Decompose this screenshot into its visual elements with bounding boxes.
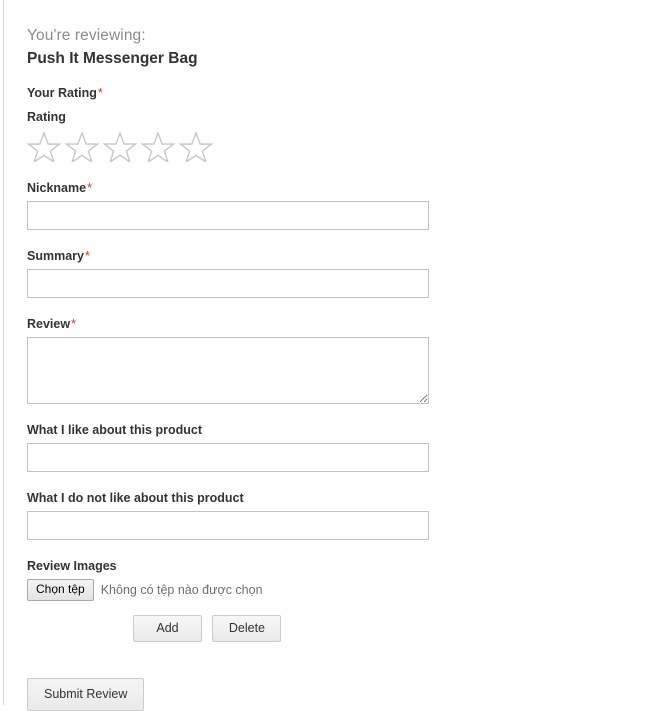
delete-image-button[interactable]: Delete bbox=[212, 615, 281, 642]
dislike-label: What I do not like about this product bbox=[27, 491, 617, 505]
summary-label-text: Summary bbox=[27, 249, 84, 263]
review-images-actions: Add Delete bbox=[133, 615, 617, 642]
nickname-field: Nickname* bbox=[27, 181, 617, 230]
review-images-label: Review Images bbox=[27, 559, 617, 573]
required-asterisk: * bbox=[71, 317, 76, 331]
nickname-label-text: Nickname bbox=[27, 181, 86, 195]
required-asterisk: * bbox=[85, 249, 90, 263]
rating-sublabel: Rating bbox=[27, 110, 617, 124]
reviewing-lead-text: You're reviewing: bbox=[27, 26, 617, 47]
star-outline-icon[interactable] bbox=[139, 128, 177, 162]
your-rating-label: Your Rating* bbox=[27, 86, 617, 100]
like-field: What I like about this product bbox=[27, 423, 617, 472]
star-outline-icon[interactable] bbox=[25, 128, 63, 162]
star-outline-icon[interactable] bbox=[101, 128, 139, 162]
page-left-border bbox=[3, 0, 4, 705]
dislike-input[interactable] bbox=[27, 511, 429, 540]
your-rating-label-text: Your Rating bbox=[27, 86, 97, 100]
rating-field: Your Rating* Rating bbox=[27, 86, 617, 162]
add-image-button[interactable]: Add bbox=[133, 615, 202, 642]
like-input[interactable] bbox=[27, 443, 429, 472]
summary-field: Summary* bbox=[27, 249, 617, 298]
review-label-text: Review bbox=[27, 317, 70, 331]
star-outline-icon[interactable] bbox=[177, 128, 215, 162]
choose-file-button[interactable]: Chọn tệp bbox=[27, 579, 94, 601]
required-asterisk: * bbox=[98, 86, 103, 100]
review-field: Review* bbox=[27, 317, 617, 404]
submit-review-button[interactable]: Submit Review bbox=[27, 678, 144, 711]
review-textarea[interactable] bbox=[27, 337, 429, 404]
review-images-field: Review Images Chọn tệp Không có tệp nào … bbox=[27, 559, 617, 642]
nickname-label: Nickname* bbox=[27, 181, 617, 195]
star-outline-icon[interactable] bbox=[63, 128, 101, 162]
file-status-text: Không có tệp nào được chọn bbox=[101, 583, 263, 597]
required-asterisk: * bbox=[87, 181, 92, 195]
dislike-field: What I do not like about this product bbox=[27, 491, 617, 540]
submit-row: Submit Review bbox=[27, 678, 617, 711]
review-form-legend: You're reviewing: Push It Messenger Bag bbox=[27, 26, 617, 70]
nickname-input[interactable] bbox=[27, 201, 429, 230]
summary-input[interactable] bbox=[27, 269, 429, 298]
product-name: Push It Messenger Bag bbox=[27, 49, 617, 70]
review-label: Review* bbox=[27, 317, 617, 331]
product-review-form: You're reviewing: Push It Messenger Bag … bbox=[27, 0, 617, 711]
rating-stars[interactable] bbox=[25, 128, 617, 162]
like-label: What I like about this product bbox=[27, 423, 617, 437]
file-input-row[interactable]: Chọn tệp Không có tệp nào được chọn bbox=[27, 579, 617, 601]
summary-label: Summary* bbox=[27, 249, 617, 263]
